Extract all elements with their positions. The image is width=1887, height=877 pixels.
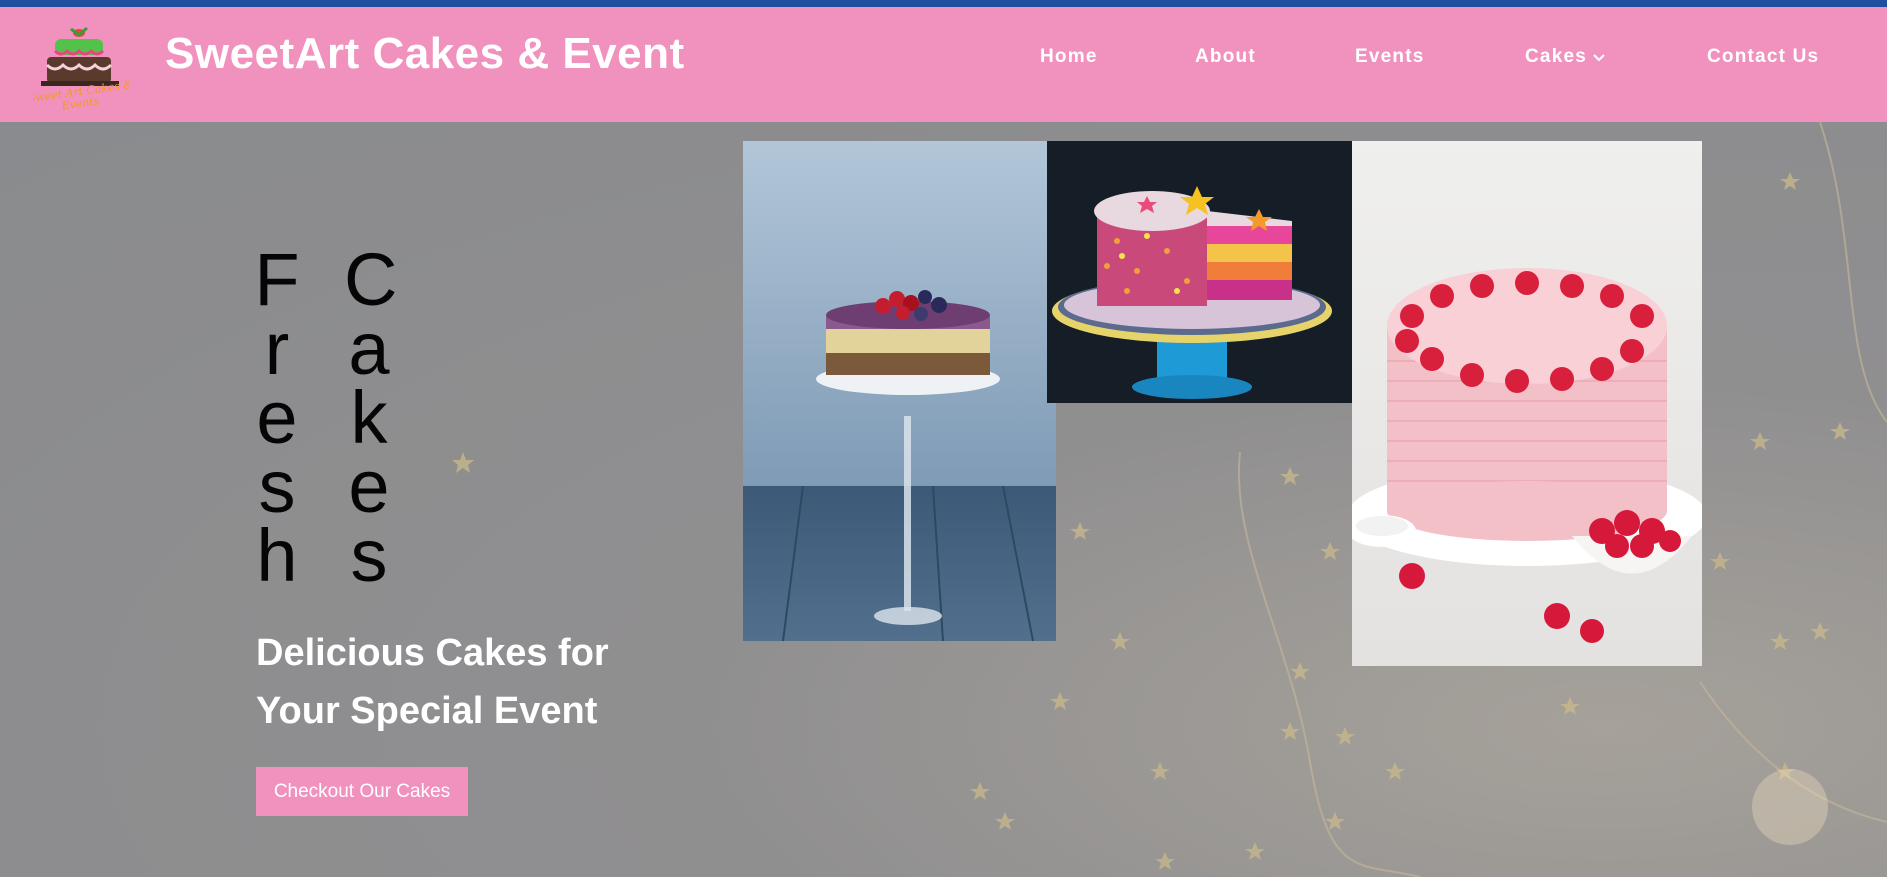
headline-letter: F xyxy=(254,238,300,321)
hero-section: F r e s h C a k e s Delicious Cakes for … xyxy=(0,122,1887,877)
pink-raspberry-cake-photo xyxy=(1352,141,1702,666)
headline-cakes: C a k e s xyxy=(344,238,398,597)
brand-title[interactable]: SweetArt Cakes & Event xyxy=(165,29,685,79)
headline-letter: s xyxy=(350,514,388,597)
nav-contact-us[interactable]: Contact Us xyxy=(1707,46,1819,68)
checkout-cakes-button[interactable]: Checkout Our Cakes xyxy=(256,767,468,816)
nav-cakes-label: Cakes xyxy=(1525,46,1587,68)
top-accent-stripe xyxy=(0,0,1887,7)
nav-about[interactable]: About xyxy=(1195,46,1256,68)
chevron-down-icon xyxy=(1593,46,1605,68)
tagline-line-2: Your Special Event xyxy=(256,690,598,732)
headline-letter: e xyxy=(348,445,390,528)
headline-letter: k xyxy=(350,376,388,459)
nav-events[interactable]: Events xyxy=(1355,46,1425,68)
navbar: Sweet Art Cakes & Events SweetArt Cakes … xyxy=(0,7,1887,122)
cake-logo-icon[interactable]: Sweet Art Cakes & Events xyxy=(27,23,134,113)
confetti-layer-cake-photo xyxy=(1047,141,1353,403)
headline-letter: C xyxy=(344,238,398,321)
headline-letter: e xyxy=(256,376,298,459)
tagline-line-1: Delicious Cakes for xyxy=(256,632,609,674)
hero-tagline: Delicious Cakes for Your Special Event xyxy=(256,624,676,740)
nav-home[interactable]: Home xyxy=(1040,46,1098,68)
headline-letter: a xyxy=(348,307,390,390)
headline-letter: s xyxy=(258,445,296,528)
headline-letter: h xyxy=(256,514,298,597)
nav-cakes[interactable]: Cakes xyxy=(1525,46,1605,68)
berry-cheesecake-photo xyxy=(743,141,1056,641)
headline-fresh: F r e s h xyxy=(252,238,302,597)
headline-letter: r xyxy=(264,307,290,390)
